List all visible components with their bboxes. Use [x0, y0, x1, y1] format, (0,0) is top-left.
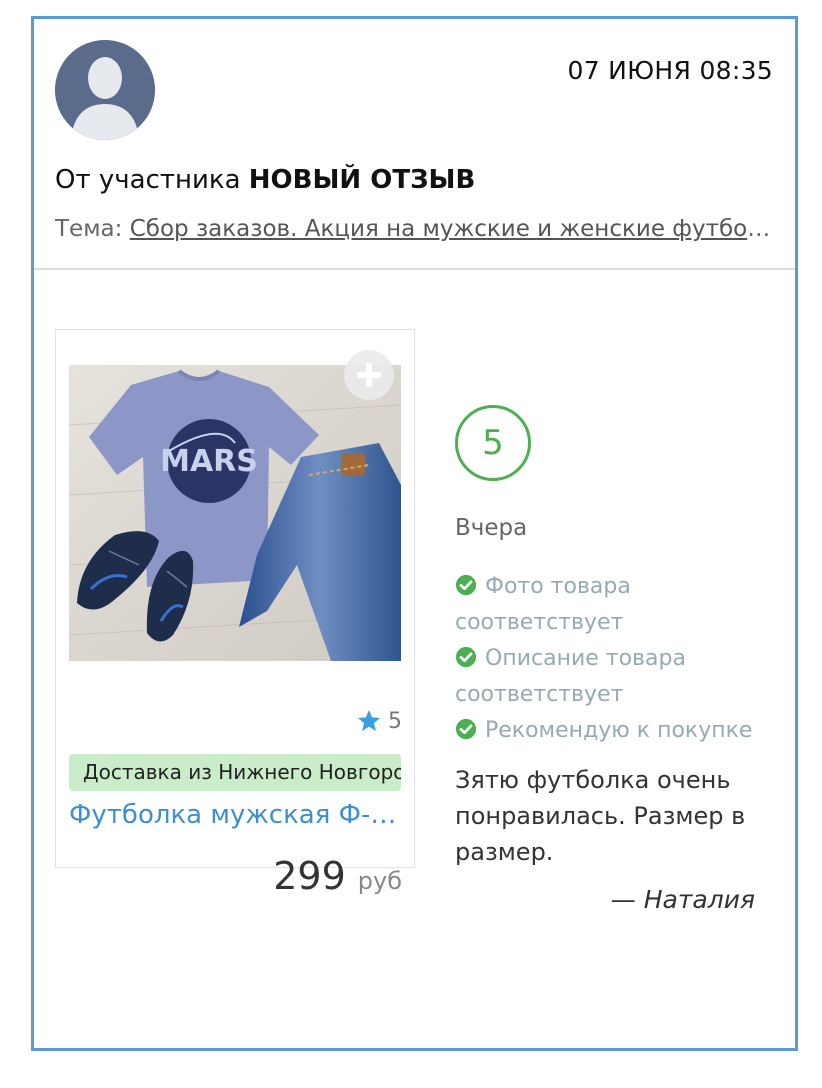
plus-icon[interactable]: [344, 350, 394, 400]
review-text: Зятю футболка очень понравилась. Размер …: [455, 766, 746, 866]
star-icon: [357, 709, 381, 731]
header-divider: [34, 268, 795, 270]
from-name: НОВЫЙ ОТЗЫВ: [248, 165, 476, 195]
check-item-photo: Фото товара соответствует: [455, 569, 775, 641]
check-item-recommend: Рекомендую к покупке: [455, 713, 775, 749]
product-name-link[interactable]: Футболка мужская Ф-4...: [69, 800, 401, 830]
topic-link[interactable]: Сбор заказов. Акция на мужские и женские…: [130, 216, 775, 242]
price-currency: руб: [357, 867, 402, 895]
user-avatar-icon[interactable]: [55, 40, 155, 140]
review-author: — Наталия: [611, 885, 755, 914]
review-card: 07 ИЮНЯ 08:35 От участника НОВЫЙ ОТЗЫВ Т…: [31, 16, 798, 1051]
check-label: Фото товара соответствует: [455, 574, 631, 635]
check-item-description: Описание товара соответствует: [455, 641, 775, 713]
product-rating: 5: [356, 708, 402, 734]
delivery-badge: Доставка из Нижнего Новгорода: [69, 754, 401, 791]
from-prefix: От участника: [55, 165, 241, 195]
review-author-name: — Наталия: [610, 885, 755, 914]
post-author-line: От участника НОВЫЙ ОТЗЫВ: [55, 165, 475, 195]
product-card[interactable]: MARS 5 Доставка из Нижнего Новгорода Фут…: [55, 329, 415, 898]
price-value: 299: [273, 854, 346, 898]
review-date: Вчера: [455, 515, 528, 541]
product-photo[interactable]: MARS: [69, 365, 401, 661]
topic-label: Тема:: [55, 216, 123, 242]
check-label: Рекомендую к покупке: [485, 718, 753, 743]
topic-line: Тема: Сбор заказов. Акция на мужские и ж…: [55, 216, 775, 242]
check-circle-icon: [455, 718, 477, 740]
shirt-print-text: MARS: [160, 444, 258, 479]
check-label: Описание товара соответствует: [455, 646, 686, 707]
review-checklist: Фото товара соответствует Описание товар…: [455, 569, 775, 749]
product-price: 299 руб: [273, 854, 402, 898]
check-circle-icon: [455, 646, 477, 668]
review-score: 5: [455, 405, 531, 481]
post-date: 07 ИЮНЯ 08:35: [567, 56, 773, 85]
product-rating-value: 5: [388, 708, 402, 734]
check-circle-icon: [455, 574, 477, 596]
